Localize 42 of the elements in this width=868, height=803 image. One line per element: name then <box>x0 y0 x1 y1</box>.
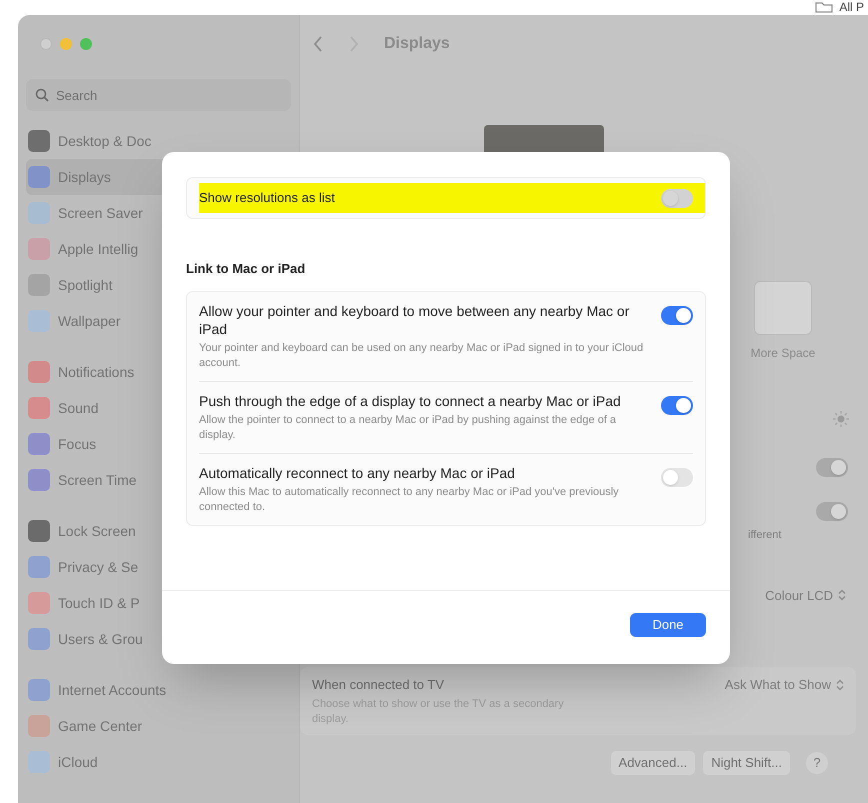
setting-description: Allow the pointer to connect to a nearby Mac or iPad by pushing against the edge of a display. <box>199 412 618 442</box>
toggle-switch[interactable] <box>661 188 693 208</box>
setting-description: Your pointer and keyboard can be used on any nearby Mac or iPad signed in to your iCloud account. <box>199 340 644 370</box>
sidebar-item[interactable]: Users & Grou <box>26 621 291 657</box>
sidebar-item[interactable]: Lock Screen <box>26 513 291 549</box>
tv-popup[interactable]: Ask What to Show <box>724 675 844 694</box>
section-title: Link to Mac or iPad <box>186 260 306 278</box>
search-icon <box>35 88 49 102</box>
action-button[interactable]: Night Shift... <box>703 751 790 775</box>
action-button[interactable]: Advanced... <box>610 751 696 775</box>
more-space-preview[interactable] <box>754 281 812 335</box>
setting-description: Allow this Mac to automatically reconnect to any nearby Mac or iPad you've previously connected to. <box>199 484 620 514</box>
toggle-switch[interactable] <box>661 396 693 414</box>
folder-icon <box>815 1 834 13</box>
help-button[interactable]: ? <box>806 752 828 774</box>
toggle-switch[interactable] <box>661 306 693 324</box>
sidebar-item[interactable]: Desktop & Doc <box>26 123 291 159</box>
done-button[interactable]: Done <box>630 612 706 636</box>
updown-icon <box>836 678 844 691</box>
window-title: Displays <box>384 34 450 54</box>
setting-title: When connected to TV <box>312 676 446 694</box>
setting-title: Push through the edge of a display to connect a nearby Mac or iPad <box>199 392 622 410</box>
minimize-button[interactable] <box>60 38 72 50</box>
folder-label: All P <box>839 1 864 13</box>
sun-icon <box>832 410 850 428</box>
toggle-switch[interactable] <box>661 468 693 486</box>
setting-title: Allow your pointer and keyboard to move between any nearby Mac or iPad <box>199 302 630 338</box>
setting-title: Automatically reconnect to any nearby Mac or iPad <box>199 464 516 482</box>
sidebar-item[interactable]: Game Center <box>26 708 291 744</box>
updown-icon <box>838 589 846 602</box>
sidebar-item[interactable]: Internet Accounts <box>26 672 291 708</box>
partial-label: ifferent <box>748 528 782 543</box>
search-field[interactable]: Search <box>26 79 291 111</box>
back-icon[interactable] <box>312 35 324 53</box>
toggle-switch[interactable] <box>816 502 848 521</box>
sidebar-item[interactable]: Touch ID & P <box>26 585 291 621</box>
display-popup[interactable]: Colour LCD <box>765 586 846 605</box>
sidebar-item[interactable]: Privacy & Se <box>26 549 291 585</box>
sidebar-item[interactable]: iCloud <box>26 744 291 780</box>
more-space-label: More Space <box>750 345 816 362</box>
toggle-switch[interactable] <box>816 458 848 477</box>
zoom-button[interactable] <box>80 38 92 50</box>
